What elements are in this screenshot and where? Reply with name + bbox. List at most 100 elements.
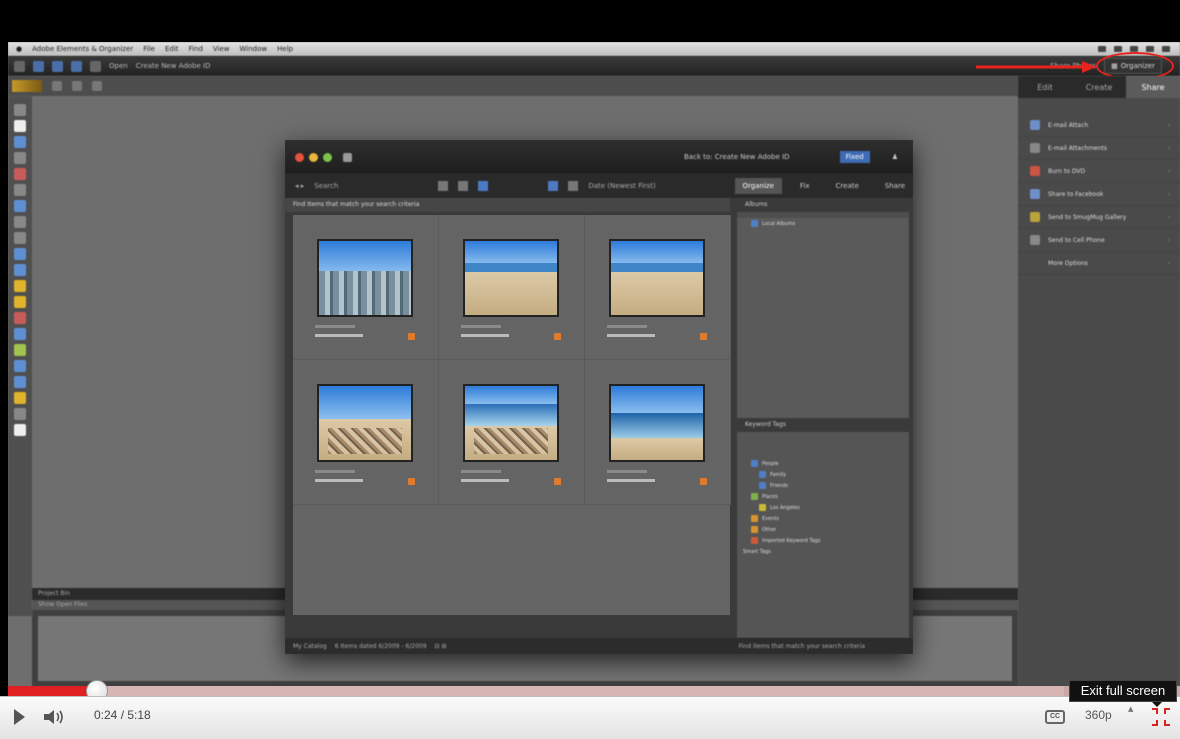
- quality-button[interactable]: 360p: [1085, 708, 1112, 722]
- grid-view-icon: [478, 181, 489, 191]
- toolbar-icon: [71, 60, 82, 72]
- more-icon: [1030, 258, 1040, 268]
- photo-thumbnail: [317, 239, 413, 317]
- tags-header: Keyword Tags: [737, 418, 909, 432]
- media-cell: [439, 360, 585, 505]
- status-icon: [1162, 46, 1170, 52]
- progress-played: [8, 686, 97, 696]
- volume-icon[interactable]: [42, 708, 66, 726]
- share-item: E-mail Attachments ›: [1018, 137, 1180, 160]
- mac-menubar: ● Adobe Elements & Organizer File Edit F…: [8, 42, 1180, 56]
- organizer-side-panel: Albums Local Albums Keyword Tags People …: [737, 198, 909, 638]
- facebook-icon: [1030, 189, 1040, 199]
- marquee-tool-icon: [14, 152, 26, 164]
- video-frame[interactable]: ● Adobe Elements & Organizer File Edit F…: [8, 42, 1180, 687]
- task-panel: Edit Create Share E-mail Attach › E-mail …: [1018, 76, 1180, 687]
- organizer-statusbar: My Catalog 6 Items dated 6/2009 - 6/2009…: [285, 638, 913, 654]
- tab-create: Create: [1085, 82, 1113, 92]
- status-icon: ⊟ ⊞: [434, 642, 447, 650]
- attachment-icon: [1030, 143, 1040, 153]
- tools-panel: [8, 96, 32, 616]
- toolbar-icon: [33, 60, 44, 72]
- option-icon: [92, 81, 102, 91]
- toolbar-icon: [90, 60, 101, 72]
- share-item-label: Send to SmugMug Gallery: [1048, 213, 1127, 221]
- tag-icon: [751, 493, 758, 500]
- captions-button[interactable]: CC: [1045, 710, 1065, 724]
- color-swatch: [12, 80, 42, 92]
- tag-icon: [759, 504, 766, 511]
- smugmug-icon: [1030, 212, 1040, 222]
- toolbar-icon: [52, 60, 63, 72]
- search-label: Search: [314, 182, 339, 190]
- tag-row: Imported Keyword Tags: [737, 535, 909, 546]
- share-item: Share to Facebook ›: [1018, 183, 1180, 206]
- share-item-label: Send to Cell Phone: [1048, 236, 1105, 244]
- play-icon[interactable]: [14, 709, 25, 725]
- zoom-dot-icon: [323, 152, 332, 162]
- share-item: More Options ›: [1018, 252, 1180, 275]
- tag-icon: [700, 333, 707, 340]
- albums-list: Local Albums: [737, 218, 909, 423]
- organizer-toolbar: ◂ ▸ Search Date (Newest First) Organize …: [285, 174, 913, 198]
- photo-thumbnail: [317, 384, 413, 462]
- status-right-label: Find items that match your search criter…: [738, 642, 865, 650]
- blur-tool-icon: [14, 376, 26, 388]
- video-player: ● Adobe Elements & Organizer File Edit F…: [0, 0, 1180, 739]
- album-row: Local Albums: [737, 218, 909, 229]
- magic-wand-icon: [14, 184, 26, 196]
- status-icon: [1098, 46, 1106, 52]
- tab-edit: Edit: [1037, 82, 1053, 92]
- player-controls: 0:24 / 5:18 CC 360p ▲: [0, 696, 1180, 739]
- smudge-tool-icon: [14, 408, 26, 420]
- tooltip-tail: [1152, 702, 1162, 707]
- tag-row: Friends: [737, 480, 909, 491]
- sort-select: Date (Newest First): [588, 182, 656, 190]
- time-display: 0:24 / 5:18: [94, 708, 151, 722]
- create-adobe-id-label: Create New Adobe ID: [135, 62, 211, 70]
- annotation-arrow: [976, 61, 1096, 73]
- catalog-label: My Catalog: [293, 642, 327, 650]
- share-item-label: Share to Facebook: [1048, 190, 1104, 198]
- task-tabs: Edit Create Share: [1018, 76, 1180, 98]
- tag-icon: [751, 460, 758, 467]
- close-dot-icon: [295, 152, 304, 162]
- organizer-back-label: Back to: Create New Adobe ID: [683, 153, 790, 161]
- tag-icon: [759, 482, 766, 489]
- tab-organize: Organize: [734, 178, 782, 194]
- toolbar-icon: [14, 60, 25, 72]
- apple-icon: ●: [16, 45, 23, 53]
- bucket-tool-icon: [14, 328, 26, 340]
- keyword-tags-panel: Keyword Tags People Family Friends Place…: [737, 418, 909, 638]
- tag-icon: [759, 471, 766, 478]
- hand-tool-icon: [14, 120, 26, 132]
- selection-brush-icon: [14, 200, 26, 212]
- details-icon: [568, 181, 579, 191]
- tab-share: Share: [1126, 76, 1180, 98]
- photo-thumbnail: [609, 239, 705, 317]
- view-icon: [458, 181, 469, 191]
- share-item-label: E-mail Attach: [1048, 121, 1089, 129]
- healing-tool-icon: [14, 264, 26, 276]
- minimize-dot-icon: [309, 152, 318, 162]
- menu-view: View: [212, 45, 230, 53]
- item-count-label: 6 Items dated 6/2009 - 6/2009: [334, 642, 427, 650]
- tag-row: People: [737, 458, 909, 469]
- menu-find: Find: [188, 45, 203, 53]
- tag-icon: [408, 333, 415, 340]
- media-grid: [293, 215, 731, 615]
- crop-tool-icon: [14, 216, 26, 228]
- exit-fullscreen-icon[interactable]: [1152, 708, 1170, 726]
- shape-tool-icon: [14, 360, 26, 372]
- tag-icon: [700, 478, 707, 485]
- status-icon: [1146, 46, 1154, 52]
- fixed-button: Fixed: [839, 151, 870, 163]
- organizer-window: Back to: Create New Adobe ID Fixed ♟ ◂ ▸…: [285, 140, 913, 654]
- tag-icon: [751, 526, 758, 533]
- exit-fullscreen-tooltip: Exit full screen: [1069, 680, 1177, 702]
- chevron-right-icon: ›: [1167, 213, 1170, 221]
- share-item: E-mail Attach ›: [1018, 114, 1180, 137]
- eyedropper-tool-icon: [14, 136, 26, 148]
- media-cell: [585, 215, 731, 360]
- nav-arrows-icon: ◂ ▸: [295, 182, 305, 190]
